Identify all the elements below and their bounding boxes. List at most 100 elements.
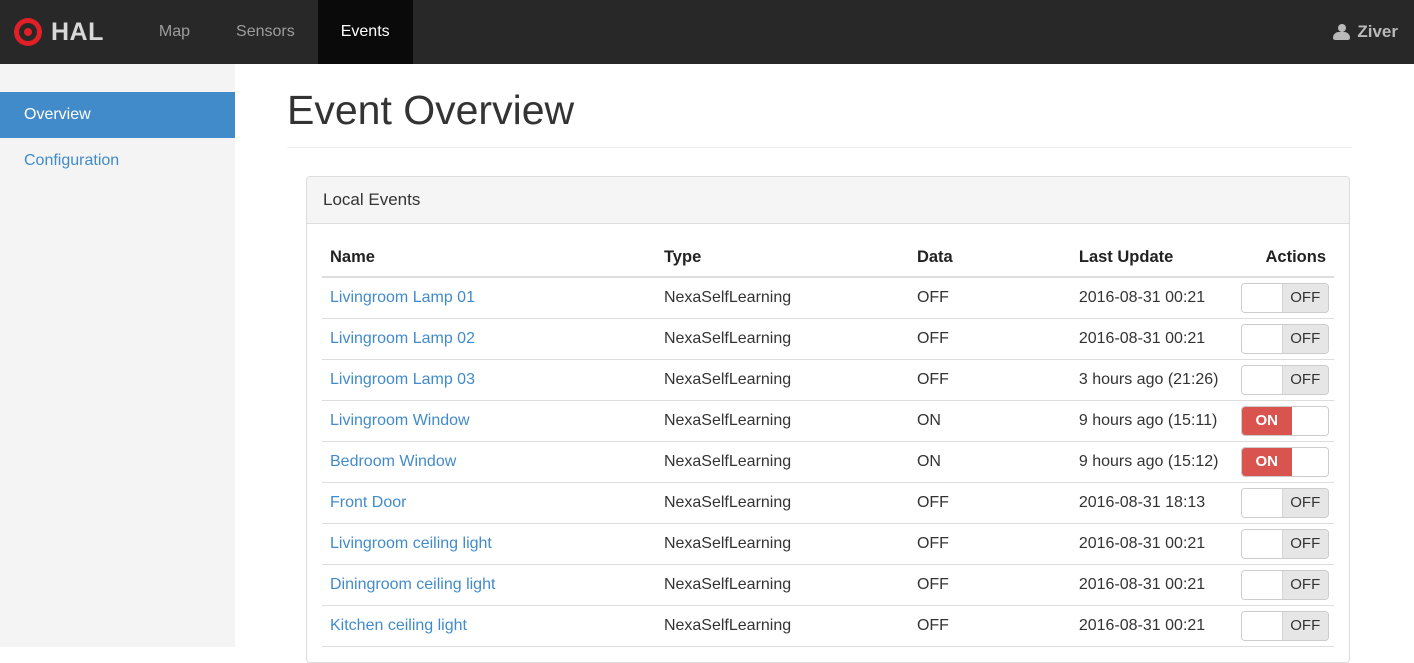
events-table-body: Livingroom Lamp 01NexaSelfLearningOFF201… <box>322 277 1334 647</box>
device-toggle[interactable]: ONOFF <box>1241 488 1329 518</box>
device-link[interactable]: Livingroom Lamp 01 <box>330 289 475 306</box>
toggle-handle <box>1242 325 1282 353</box>
device-link[interactable]: Kitchen ceiling light <box>330 617 467 634</box>
nav-item-sensors[interactable]: Sensors <box>213 0 318 64</box>
toggle-off-label: OFF <box>1282 571 1328 599</box>
toggle-handle <box>1242 612 1282 640</box>
top-navbar: HAL MapSensorsEvents Ziver <box>0 0 1414 64</box>
toggle-off-label: OFF <box>1282 284 1328 312</box>
sidebar-list: OverviewConfiguration <box>0 92 235 184</box>
device-type: NexaSelfLearning <box>656 606 909 647</box>
toggle-off-label: OFF <box>1282 612 1328 640</box>
brand-label: HAL <box>51 18 104 47</box>
device-last-update: 2016-08-31 00:21 <box>1071 277 1233 319</box>
device-last-update: 9 hours ago (15:12) <box>1071 442 1233 483</box>
sidebar-item-configuration[interactable]: Configuration <box>0 138 235 184</box>
user-menu[interactable]: Ziver <box>1317 0 1414 64</box>
toggle-handle <box>1242 530 1282 558</box>
table-row: Livingroom WindowNexaSelfLearningON9 hou… <box>322 401 1334 442</box>
device-toggle[interactable]: ONOFF <box>1241 570 1329 600</box>
column-header-actions: Actions <box>1233 239 1334 277</box>
device-type: NexaSelfLearning <box>656 483 909 524</box>
device-data: OFF <box>909 483 1071 524</box>
brand[interactable]: HAL <box>0 0 120 64</box>
toggle-handle <box>1242 284 1282 312</box>
toggle-off-label: OFF <box>1282 489 1328 517</box>
panel-body: Name Type Data Last Update Actions Livin… <box>307 224 1349 662</box>
toggle-off-label: OFF <box>1282 366 1328 394</box>
device-data: ON <box>909 442 1071 483</box>
device-data: OFF <box>909 319 1071 360</box>
table-row: Livingroom Lamp 02NexaSelfLearningOFF201… <box>322 319 1334 360</box>
table-row: Diningroom ceiling light NexaSelfLearning… <box>322 565 1334 606</box>
device-last-update: 2016-08-31 18:13 <box>1071 483 1233 524</box>
device-type: NexaSelfLearning <box>656 442 909 483</box>
device-data: OFF <box>909 277 1071 319</box>
table-row: Kitchen ceiling lightNexaSelfLearningOFF… <box>322 606 1334 647</box>
device-type: NexaSelfLearning <box>656 360 909 401</box>
main-content: Event Overview Local Events Name Type Da… <box>235 64 1414 663</box>
device-last-update: 2016-08-31 00:21 <box>1071 319 1233 360</box>
local-events-panel: Local Events Name Type Data Last Update … <box>306 176 1350 663</box>
table-row: Livingroom Lamp 01NexaSelfLearningOFF201… <box>322 277 1334 319</box>
bullseye-icon <box>14 18 42 46</box>
device-last-update: 2016-08-31 00:21 <box>1071 524 1233 565</box>
device-last-update: 9 hours ago (15:11) <box>1071 401 1233 442</box>
table-row: Livingroom Lamp 03NexaSelfLearningOFF3 h… <box>322 360 1334 401</box>
device-toggle[interactable]: ONOFF <box>1241 447 1329 477</box>
toggle-handle <box>1242 366 1282 394</box>
device-data: OFF <box>909 606 1071 647</box>
column-header-type: Type <box>656 239 909 277</box>
device-data: OFF <box>909 524 1071 565</box>
table-header-row: Name Type Data Last Update Actions <box>322 239 1334 277</box>
device-last-update: 3 hours ago (21:26) <box>1071 360 1233 401</box>
device-link[interactable]: Livingroom Lamp 02 <box>330 330 475 347</box>
device-toggle[interactable]: ONOFF <box>1241 406 1329 436</box>
device-link[interactable]: Bedroom Window <box>330 453 456 470</box>
device-toggle[interactable]: ONOFF <box>1241 365 1329 395</box>
panel-title: Local Events <box>307 177 1349 224</box>
toggle-on-label: ON <box>1242 407 1292 435</box>
device-link[interactable]: Diningroom ceiling light <box>330 576 495 593</box>
device-link[interactable]: Livingroom Lamp 03 <box>330 371 475 388</box>
column-header-name: Name <box>322 239 656 277</box>
toggle-off-label: OFF <box>1282 530 1328 558</box>
device-toggle[interactable]: ONOFF <box>1241 529 1329 559</box>
table-row: Front DoorNexaSelfLearningOFF2016-08-31 … <box>322 483 1334 524</box>
toggle-off-label: OFF <box>1282 325 1328 353</box>
device-toggle[interactable]: ONOFF <box>1241 324 1329 354</box>
person-icon <box>1333 24 1350 40</box>
nav-item-map[interactable]: Map <box>136 0 213 64</box>
device-data: ON <box>909 401 1071 442</box>
toggle-handle <box>1292 407 1328 435</box>
toggle-handle <box>1292 448 1328 476</box>
table-row: Bedroom WindowNexaSelfLearningON9 hours … <box>322 442 1334 483</box>
device-type: NexaSelfLearning <box>656 524 909 565</box>
device-type: NexaSelfLearning <box>656 319 909 360</box>
device-link[interactable]: Front Door <box>330 494 406 511</box>
page-title: Event Overview <box>287 88 1352 148</box>
device-data: OFF <box>909 565 1071 606</box>
toggle-on-label: ON <box>1242 448 1292 476</box>
user-name: Ziver <box>1357 22 1398 42</box>
toggle-handle <box>1242 571 1282 599</box>
device-last-update: 2016-08-31 00:21 <box>1071 606 1233 647</box>
device-toggle[interactable]: ONOFF <box>1241 283 1329 313</box>
device-link[interactable]: Livingroom ceiling light <box>330 535 492 552</box>
nav-item-events[interactable]: Events <box>318 0 413 64</box>
device-type: NexaSelfLearning <box>656 277 909 319</box>
navbar-menu: MapSensorsEvents <box>136 0 413 64</box>
column-header-last-update: Last Update <box>1071 239 1233 277</box>
toggle-handle <box>1242 489 1282 517</box>
device-type: NexaSelfLearning <box>656 401 909 442</box>
table-row: Livingroom ceiling light NexaSelfLearning… <box>322 524 1334 565</box>
column-header-data: Data <box>909 239 1071 277</box>
sidebar: OverviewConfiguration <box>0 64 235 647</box>
device-toggle[interactable]: ONOFF <box>1241 611 1329 641</box>
device-last-update: 2016-08-31 00:21 <box>1071 565 1233 606</box>
device-link[interactable]: Livingroom Window <box>330 412 470 429</box>
events-table: Name Type Data Last Update Actions Livin… <box>322 239 1334 647</box>
device-type: NexaSelfLearning <box>656 565 909 606</box>
sidebar-item-overview[interactable]: Overview <box>0 92 235 138</box>
device-data: OFF <box>909 360 1071 401</box>
